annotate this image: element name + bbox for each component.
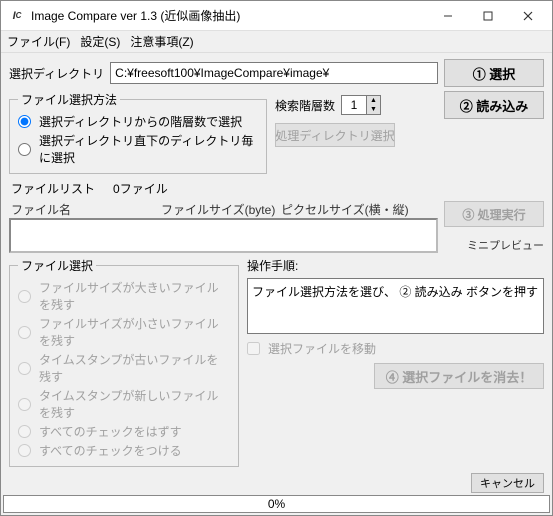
maximize-button[interactable] [468, 4, 508, 28]
filelist-header: ファイルリスト 0ファイル [9, 178, 544, 197]
menu-notes[interactable]: 注意事項(Z) [130, 33, 193, 50]
window-title: Image Compare ver 1.3 (近似画像抽出) [31, 7, 428, 24]
filelist-area: ファイル名 ファイルサイズ(byte) ピクセルサイズ(横・縦) ③ 処理実行 … [9, 201, 544, 253]
fileselect-fieldset: ファイル選択 ファイルサイズが大きいファイルを残す ファイルサイズが小さいファイ… [9, 257, 239, 467]
filelist-label: ファイルリスト [11, 180, 95, 197]
proc-dir-button[interactable]: 処理ディレクトリ選択 [275, 123, 395, 147]
bottom-row: ファイル選択 ファイルサイズが大きいファイルを残す ファイルサイズが小さいファイ… [9, 257, 544, 467]
load-button[interactable]: ② 読み込み [444, 91, 544, 119]
method-opt2-radio[interactable] [18, 143, 31, 156]
menu-settings[interactable]: 設定(S) [80, 33, 120, 50]
app-icon: IC [9, 8, 25, 24]
execute-button[interactable]: ③ 処理実行 [444, 201, 544, 227]
method-opt1[interactable]: 選択ディレクトリからの階層数で選択 [18, 112, 258, 131]
titlebar: IC Image Compare ver 1.3 (近似画像抽出) [1, 1, 552, 31]
statusbar: 0% [3, 495, 550, 513]
app-window: IC Image Compare ver 1.3 (近似画像抽出) ファイル(F… [0, 0, 553, 516]
filelist-count: 0ファイル [113, 180, 168, 197]
cancel-button[interactable]: キャンセル [471, 473, 544, 493]
directory-row: 選択ディレクトリ ① 選択 [9, 59, 544, 87]
ops-column: 操作手順: ファイル選択方法を選び、 ② 読み込み ボタンを押す 選択ファイルを… [247, 257, 544, 467]
search-depth-label: 検索階層数 [275, 97, 335, 114]
directory-label: 選択ディレクトリ [9, 65, 104, 82]
file-listbox[interactable] [9, 218, 438, 253]
fs-opt4: タイムスタンプが新しいファイルを残す [18, 386, 230, 422]
instructions-box: ファイル選択方法を選び、 ② 読み込み ボタンを押す [247, 278, 544, 334]
select-dir-button[interactable]: ① 選択 [444, 59, 544, 87]
footer: キャンセル [1, 473, 552, 495]
method-opt1-radio[interactable] [18, 115, 31, 128]
fs-opt2: ファイルサイズが小さいファイルを残す [18, 314, 230, 350]
method-opt2[interactable]: 選択ディレクトリ直下のディレクトリ毎に選択 [18, 131, 258, 167]
fs-opt1: ファイルサイズが大きいファイルを残す [18, 278, 230, 314]
fileselect-legend: ファイル選択 [18, 257, 96, 274]
spin-up-icon[interactable]: ▲ [367, 96, 380, 105]
method-search-row: ファイル選択方法 選択ディレクトリからの階層数で選択 選択ディレクトリ直下のディ… [9, 91, 544, 174]
col-pixelsize: ピクセルサイズ(横・縦) [281, 201, 436, 218]
menu-file[interactable]: ファイル(F) [7, 33, 70, 50]
menubar: ファイル(F) 設定(S) 注意事項(Z) [1, 31, 552, 53]
fs-opt3: タイムスタンプが古いファイルを残す [18, 350, 230, 386]
mini-preview-label: ミニプレビュー [444, 237, 544, 253]
col-filesize: ファイルサイズ(byte) [161, 201, 281, 218]
col-filename: ファイル名 [11, 201, 161, 218]
client-area: 選択ディレクトリ ① 選択 ファイル選択方法 選択ディレクトリからの階層数で選択… [1, 53, 552, 473]
method-legend: ファイル選択方法 [18, 91, 120, 108]
method-fieldset: ファイル選択方法 選択ディレクトリからの階層数で選択 選択ディレクトリ直下のディ… [9, 91, 267, 174]
progress-text: 0% [268, 497, 285, 511]
fs-opt6: すべてのチェックをつける [18, 441, 230, 460]
minimize-button[interactable] [428, 4, 468, 28]
ops-label: 操作手順: [247, 257, 544, 274]
search-depth-spinner[interactable]: 1 ▲▼ [341, 95, 381, 115]
fs-opt5: すべてのチェックをはずす [18, 422, 230, 441]
directory-input[interactable] [110, 62, 438, 84]
close-button[interactable] [508, 4, 548, 28]
search-column: 検索階層数 1 ▲▼ ② 読み込み 処理ディレクトリ選択 [275, 91, 544, 174]
spin-down-icon[interactable]: ▼ [367, 105, 380, 114]
move-checkbox [247, 342, 260, 355]
move-checkbox-row: 選択ファイルを移動 [247, 338, 544, 359]
delete-selected-button[interactable]: ④ 選択ファイルを消去！ [374, 363, 544, 389]
list-columns: ファイル名 ファイルサイズ(byte) ピクセルサイズ(横・縦) [9, 201, 438, 218]
